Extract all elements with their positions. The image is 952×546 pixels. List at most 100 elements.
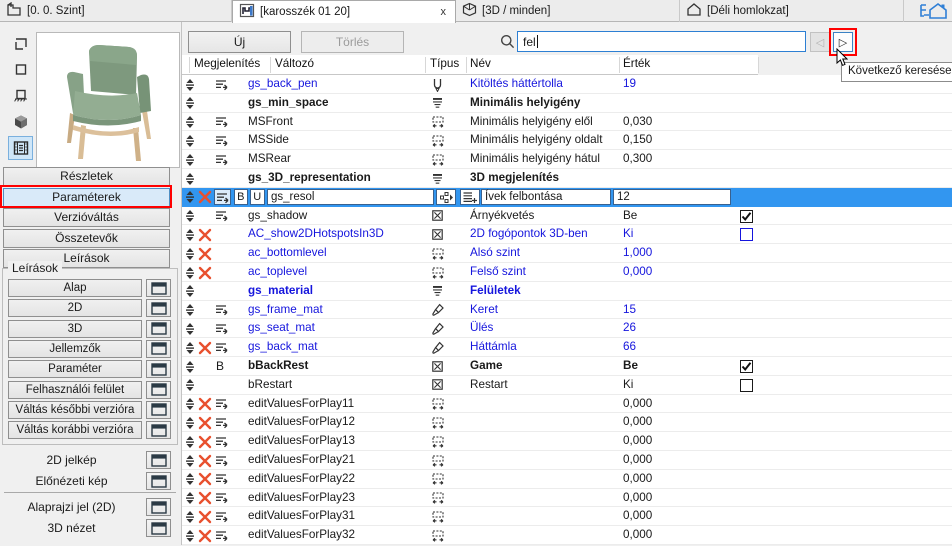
move-handle-icon[interactable] xyxy=(184,454,196,471)
parameter-row[interactable]: MSRear Minimális helyigény hátul 0,300 xyxy=(182,150,952,169)
parameter-row[interactable]: BbBackRest Game Be xyxy=(182,357,952,376)
move-handle-icon[interactable] xyxy=(184,153,196,170)
parameter-row[interactable]: gs_3D_representation 3D megjelenítés xyxy=(182,169,952,188)
open-window-button[interactable] xyxy=(146,380,171,399)
script-button-8[interactable]: Váltás korábbi verzióra xyxy=(8,421,142,440)
value-list-icon[interactable] xyxy=(459,189,480,206)
tab-close-icon[interactable]: x xyxy=(438,6,450,18)
new-parameter-button[interactable]: Új xyxy=(188,31,291,53)
display-icon[interactable] xyxy=(214,510,229,526)
sidebar-button-paraméterek[interactable]: Paraméterek xyxy=(3,187,170,207)
display-icon[interactable] xyxy=(214,416,229,432)
parameter-list-icon[interactable] xyxy=(8,136,33,160)
tab-4[interactable]: [Déli homlokzat] xyxy=(680,0,904,22)
open-window-button[interactable] xyxy=(146,519,171,537)
parameter-row[interactable]: gs_material Felületek xyxy=(182,282,952,301)
move-handle-icon[interactable] xyxy=(184,115,196,132)
script-button-3[interactable]: 3D xyxy=(8,319,142,338)
tab-2[interactable]: [karosszék 01 20] x xyxy=(232,0,456,23)
delete-x-icon[interactable] xyxy=(198,491,212,508)
tab-1[interactable]: [0. 0. Szint] xyxy=(0,0,232,22)
display-icon[interactable] xyxy=(214,153,229,169)
display-icon[interactable] xyxy=(214,78,229,94)
parameter-row[interactable]: editValuesForPlay21 0,000 xyxy=(182,451,952,470)
open-window-button[interactable] xyxy=(146,279,171,297)
parameter-row[interactable]: ac_bottomlevel Alsó szint 1,000 xyxy=(182,244,952,263)
display-toggle-button[interactable] xyxy=(214,189,231,206)
open-window-button[interactable] xyxy=(146,498,171,516)
move-handle-icon[interactable] xyxy=(184,209,196,226)
parameter-row[interactable]: MSSide Minimális helyigény oldalt 0,150 xyxy=(182,131,952,151)
navigator-icon[interactable] xyxy=(916,1,950,21)
display-icon[interactable] xyxy=(214,491,229,507)
integer-type-icon[interactable] xyxy=(436,189,456,206)
parameter-row[interactable]: gs_frame_mat Keret 15 xyxy=(182,301,952,320)
script-button-2[interactable]: 2D xyxy=(8,299,142,318)
move-handle-icon[interactable] xyxy=(184,510,196,527)
script-button-5[interactable]: Paraméter xyxy=(8,360,142,379)
open-window-button[interactable] xyxy=(146,319,171,338)
tab-3[interactable]: [3D / minden] xyxy=(456,0,680,22)
delete-x-icon[interactable] xyxy=(198,529,212,546)
move-handle-icon[interactable] xyxy=(184,96,196,113)
sidebar-button-verzióváltás[interactable]: Verzióváltás xyxy=(3,208,170,227)
parameter-row[interactable]: editValuesForPlay22 0,000 xyxy=(182,470,952,489)
delete-x-icon[interactable] xyxy=(198,416,212,433)
delete-x-icon[interactable] xyxy=(198,435,212,452)
move-handle-icon[interactable] xyxy=(184,247,196,264)
checkbox-checked[interactable] xyxy=(740,209,753,223)
parameter-row[interactable]: MSFront Minimális helyigény elől 0,030 xyxy=(182,113,952,132)
move-handle-icon[interactable] xyxy=(184,378,196,395)
parameter-row[interactable]: gs_shadow Árnyékvetés Be xyxy=(182,207,952,226)
move-handle-icon[interactable] xyxy=(184,435,196,452)
sidebar-button-részletek[interactable]: Részletek xyxy=(3,167,170,186)
parameter-row[interactable]: editValuesForPlay11 0,000 xyxy=(182,395,952,414)
move-handle-icon[interactable] xyxy=(184,172,196,189)
open-window-button[interactable] xyxy=(146,360,171,379)
display-icon[interactable] xyxy=(214,303,229,319)
delete-x-icon[interactable] xyxy=(198,397,212,414)
parameter-row[interactable]: gs_back_pen Kitöltés háttértolla 19 xyxy=(182,75,952,94)
move-handle-icon[interactable] xyxy=(184,266,196,283)
parameter-row[interactable]: editValuesForPlay23 0,000 xyxy=(182,489,952,508)
display-name-input[interactable]: Ívek felbontása xyxy=(481,189,611,206)
section-icon[interactable] xyxy=(8,84,33,108)
move-handle-icon[interactable] xyxy=(184,78,196,95)
plan-2d-icon[interactable] xyxy=(8,58,33,82)
delete-x-icon[interactable] xyxy=(198,228,212,245)
display-icon[interactable] xyxy=(214,397,229,413)
search-input[interactable]: fel xyxy=(517,31,806,52)
value-input[interactable]: 12 xyxy=(613,189,731,206)
parameter-row[interactable]: gs_back_mat Háttámla 66 xyxy=(182,338,952,357)
open-window-button[interactable] xyxy=(146,421,171,440)
parameter-row[interactable]: editValuesForPlay13 0,000 xyxy=(182,432,952,451)
symbol-2d-icon[interactable] xyxy=(8,32,33,56)
move-handle-icon[interactable] xyxy=(184,322,196,339)
parameter-row[interactable]: editValuesForPlay12 0,000 xyxy=(182,413,952,433)
script-button-1[interactable]: Alap xyxy=(8,279,142,297)
move-handle-icon[interactable] xyxy=(184,416,196,433)
move-handle-icon[interactable] xyxy=(184,134,196,151)
open-window-button[interactable] xyxy=(146,451,171,469)
delete-x-icon[interactable] xyxy=(198,472,212,489)
checkbox-unchecked[interactable] xyxy=(740,378,753,392)
delete-x-icon[interactable] xyxy=(198,266,212,283)
checkbox-unchecked[interactable] xyxy=(740,228,753,242)
move-handle-icon[interactable] xyxy=(184,472,196,489)
sidebar-button-összetevők[interactable]: Összetevők xyxy=(3,228,170,248)
move-handle-icon[interactable] xyxy=(184,491,196,508)
display-icon[interactable] xyxy=(214,115,229,131)
delete-x-icon[interactable] xyxy=(198,247,212,264)
parameter-row[interactable]: editValuesForPlay32 0,000 xyxy=(182,526,952,545)
display-icon[interactable] xyxy=(214,529,229,545)
open-window-button[interactable] xyxy=(146,299,171,318)
parameter-row[interactable]: ac_toplevel Felső szint 0,000 xyxy=(182,263,952,282)
open-window-button[interactable] xyxy=(146,472,171,490)
delete-x-icon[interactable] xyxy=(198,510,212,527)
delete-x-icon[interactable] xyxy=(198,454,212,471)
cube-3d-icon[interactable] xyxy=(8,110,33,134)
variable-name-input[interactable]: gs_resol xyxy=(267,189,434,206)
script-button-4[interactable]: Jellemzők xyxy=(8,339,142,358)
parameter-row[interactable]: AC_show2DHotspotsIn3D 2D fogópontok 3D-be… xyxy=(182,225,952,245)
move-handle-icon[interactable] xyxy=(184,303,196,320)
